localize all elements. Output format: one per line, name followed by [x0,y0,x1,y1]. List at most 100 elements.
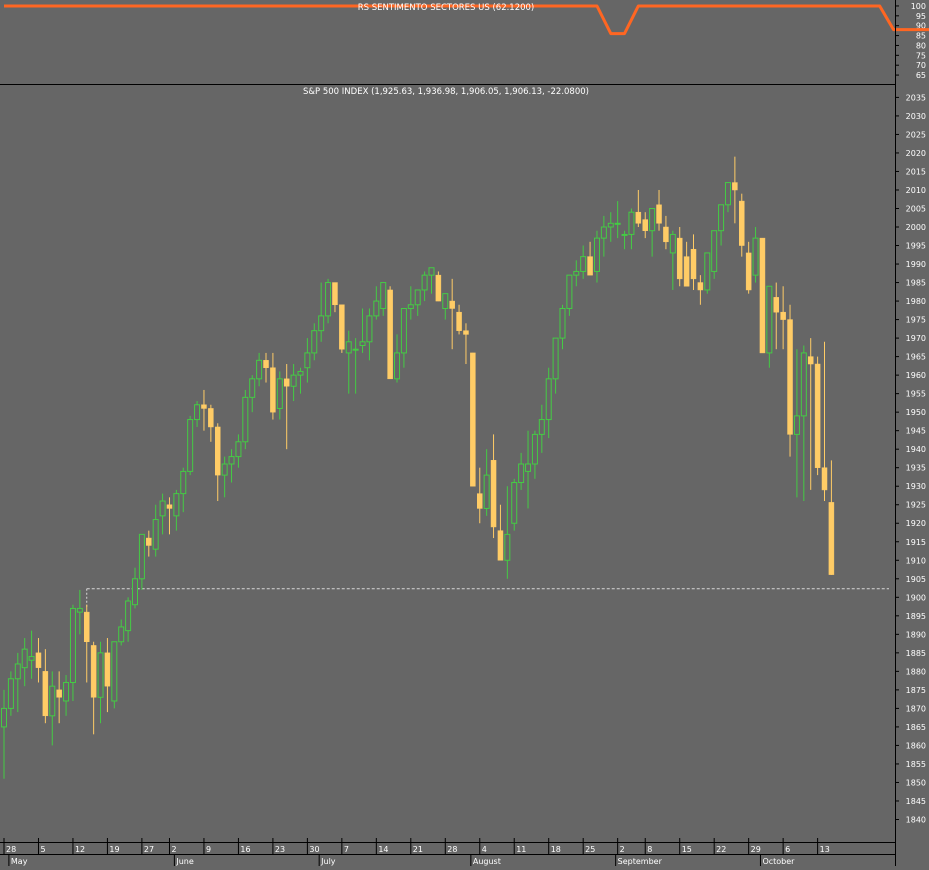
candle-102 [704,252,711,294]
day-tick-label-22: 29 [751,845,761,854]
price-tick-label-11: 1980 [906,297,926,306]
price-tick-label-34: 1865 [906,723,926,732]
price-tick-label-36: 1855 [906,760,926,769]
candle-body-103 [711,230,718,272]
candle-body-65 [449,300,455,309]
candle-body-95 [656,204,662,224]
price-tick-label-24: 1915 [906,538,926,547]
sentiment-tick-label-5: 75 [916,51,926,60]
day-tick-label-13: 28 [447,845,457,854]
price-tick-label-30: 1885 [906,649,926,658]
candle-body-22 [152,519,159,550]
price-tick-label-8: 1995 [906,242,926,251]
candle-body-84 [580,256,587,272]
candle-body-102 [704,252,711,291]
candle-body-52 [359,341,366,347]
candle-body-72 [497,530,504,561]
candle-114 [787,304,793,457]
price-tick-label-31: 1880 [906,667,926,676]
day-tick-label-15: 11 [516,845,526,854]
candle-body-4 [28,656,35,661]
candle-body-111 [766,285,773,354]
candle-body-56 [387,289,393,380]
candle-body-107 [739,200,745,246]
candle-body-17 [118,626,125,643]
candle-body-26 [180,470,187,495]
price-title: S&P 500 INDEX (1,925.63, 1,936.98, 1,906… [303,87,589,97]
month-label-5: October [762,857,795,866]
candle-body-117 [807,356,814,365]
candle-body-13 [90,645,97,698]
sentiment-tick-label-4: 80 [916,41,926,50]
day-tick-label-23: 6 [785,845,790,854]
candle-body-23 [159,500,166,517]
candle-body-28 [194,404,201,421]
day-tick-label-21: 22 [716,845,726,854]
price-tick-label-39: 1840 [906,815,926,824]
price-tick-label-1: 2030 [906,112,926,121]
price-tick-label-14: 1965 [906,353,926,362]
candle-body-82 [566,274,573,309]
candle-body-63 [435,274,442,302]
candle-body-35 [242,396,249,443]
price-tick-label-13: 1970 [906,334,926,343]
candle-body-7 [49,685,56,717]
price-tick-label-28: 1895 [906,612,926,621]
candle-body-5 [35,652,42,668]
candle-body-85 [587,256,593,276]
candle-118 [814,356,821,476]
candle-body-108 [745,252,752,291]
sentiment-tick-label-7: 65 [916,71,926,80]
candle-body-34 [235,441,242,458]
candle-body-33 [228,456,235,465]
candle-body-25 [173,493,180,517]
price-tick-label-26: 1905 [906,575,926,584]
candle-body-48 [332,282,338,306]
candle-body-90 [621,233,628,236]
price-tick-label-2: 2025 [906,130,926,139]
candle-body-27 [187,419,194,472]
candle-body-54 [373,300,380,317]
price-tick-label-38: 1845 [906,797,926,806]
candle-body-101 [697,282,704,291]
candle-103 [711,230,718,279]
price-tick-label-33: 1870 [906,704,926,713]
day-tick-label-3: 19 [109,845,119,854]
candle-49 [339,304,345,353]
day-tick-label-18: 2 [620,845,625,854]
candle-35 [242,389,249,450]
candle-body-3 [21,648,28,669]
day-tick-label-14: 4 [482,845,487,854]
candle-body-30 [208,408,214,428]
candle-body-67 [463,330,469,335]
candle-body-39 [270,367,276,413]
price-tick-label-12: 1975 [906,316,926,325]
candle-body-10 [69,607,76,683]
candle-110 [759,237,766,354]
sentiment-tick-label-6: 70 [916,61,926,70]
candle-body-71 [490,460,497,528]
candle-body-109 [752,237,759,276]
candle-body-69 [477,493,483,509]
price-tick-label-9: 1990 [906,260,926,269]
candle-body-19 [132,578,139,606]
price-tick-label-21: 1930 [906,482,926,491]
candle-body-105 [724,182,731,206]
sentiment-tick-label-0: 100 [911,2,926,11]
price-tick-label-29: 1890 [906,630,926,639]
candle-body-80 [552,337,559,380]
candle-body-91 [628,211,635,235]
candle-body-47 [325,282,332,317]
day-tick-label-11: 14 [378,845,388,854]
day-tick-label-9: 30 [309,845,319,854]
candle-body-106 [732,182,738,191]
day-tick-label-19: 8 [647,845,652,854]
candle-body-57 [394,352,401,380]
candle-body-116 [800,352,807,417]
candle-body-49 [339,304,345,350]
candle-body-79 [545,378,552,421]
price-tick-label-22: 1925 [906,501,926,510]
candle-body-94 [649,207,656,232]
sentiment-tick-label-3: 85 [916,32,926,41]
day-tick-label-16: 18 [551,845,561,854]
